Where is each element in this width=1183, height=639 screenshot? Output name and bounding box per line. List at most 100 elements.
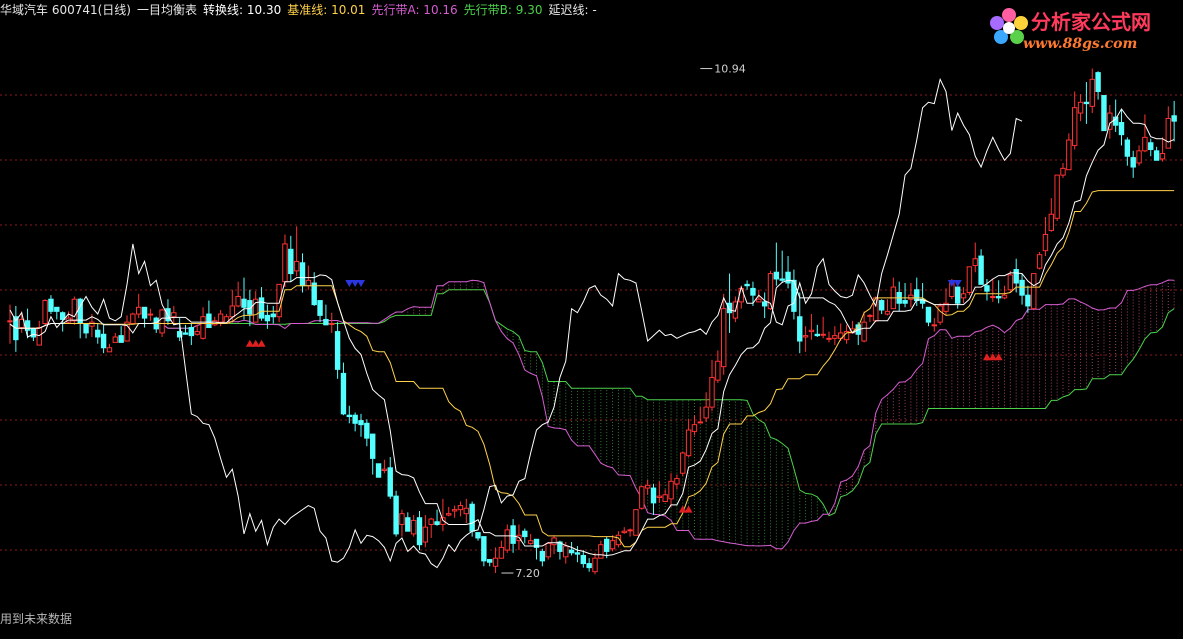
future-data-note: 用到未来数据 [0,612,73,626]
down-candle [434,521,440,525]
down-candle [785,271,791,284]
up-candle [867,314,873,317]
down-candle [814,333,820,337]
up-candle [217,313,224,323]
down-candle [340,372,347,415]
down-candle [83,322,89,334]
up-candle [1031,273,1037,310]
conversion-line-value: 转换线: 10.30 [203,2,282,17]
chart-header: 华域汽车 600741(日线) 一目均衡表 转换线: 10.30 基准线: 10… [0,0,603,18]
down-candle [1083,101,1090,105]
up-candle [709,376,715,408]
down-candle [779,278,785,281]
down-candle [288,248,294,275]
up-candle [715,360,721,381]
up-candle [293,260,300,272]
down-candle [995,296,1002,299]
up-candle [329,322,335,325]
up-candle [656,495,663,498]
down-candle [48,298,54,312]
up-candle [147,313,154,316]
down-candle [141,306,148,319]
up-candle [276,283,282,318]
up-candle [1060,167,1066,176]
down-candle [481,536,487,562]
brand-watermark: 分析家公式网 www.88gs.com [987,4,1177,56]
up-candle [826,337,832,340]
up-candle [1136,150,1142,164]
price-annotation: 7.20 [515,567,540,580]
ichimoku-chart: 10.94 7.20 [0,63,1183,580]
down-candle [264,314,271,322]
price-annotation: 10.94 [714,63,746,76]
down-candle [586,563,592,569]
down-candle [387,467,393,497]
up-candle [563,545,569,558]
down-candle [955,286,961,304]
brand-name: 分析家公式网 [1031,10,1151,34]
down-candle [270,313,276,318]
down-candle [750,287,756,296]
up-candle [305,279,312,287]
down-candle [539,550,546,562]
sell-signal-icon [953,280,962,288]
up-candle [1072,107,1078,146]
down-candle [744,283,750,287]
up-candle [685,429,692,457]
down-candle [522,530,528,538]
down-candle [346,414,353,418]
down-candle [761,301,768,307]
up-candle [498,546,505,559]
indicator-name: 一目均衡表 [137,2,198,17]
up-candle [1089,78,1095,107]
down-candle [405,517,411,532]
up-candle [1142,136,1148,152]
down-candle [323,318,329,326]
up-candle [282,243,288,283]
down-candle [118,335,124,343]
down-candle [925,306,932,323]
up-candle [960,293,967,299]
up-candle [621,530,627,534]
up-candle [492,557,499,567]
down-candle [1118,122,1125,136]
down-candle [352,414,358,424]
up-candle [106,347,113,353]
up-candle [457,505,464,511]
up-candle [112,336,118,343]
up-candle [662,494,668,503]
up-candle [410,519,417,535]
up-candle [908,294,914,300]
up-candle [1066,139,1072,171]
down-candle [1130,157,1136,168]
up-candle [966,266,973,293]
up-candle [1048,213,1054,231]
up-candle [1036,254,1043,269]
down-candle [375,463,382,478]
up-candle [609,540,616,550]
up-candle [551,537,557,546]
down-candle [311,282,317,306]
up-candle [644,484,651,489]
up-candle [627,529,633,532]
up-candle [1107,112,1113,130]
up-candle [422,526,429,543]
up-candle [527,540,534,544]
down-candle [510,525,516,544]
down-candle [580,554,586,565]
up-candle [697,421,703,424]
up-candle [990,296,996,299]
up-candle [212,320,218,326]
up-candle [229,305,236,318]
down-candle [773,271,780,280]
up-candle [1001,294,1008,299]
up-candle [545,542,551,558]
down-candle [95,329,101,338]
down-candle [317,300,323,316]
down-candle [1124,139,1131,157]
down-candle [364,422,370,439]
up-candle [463,507,470,515]
up-candle [36,327,42,346]
up-candle [159,309,165,334]
down-candle [1101,95,1107,132]
